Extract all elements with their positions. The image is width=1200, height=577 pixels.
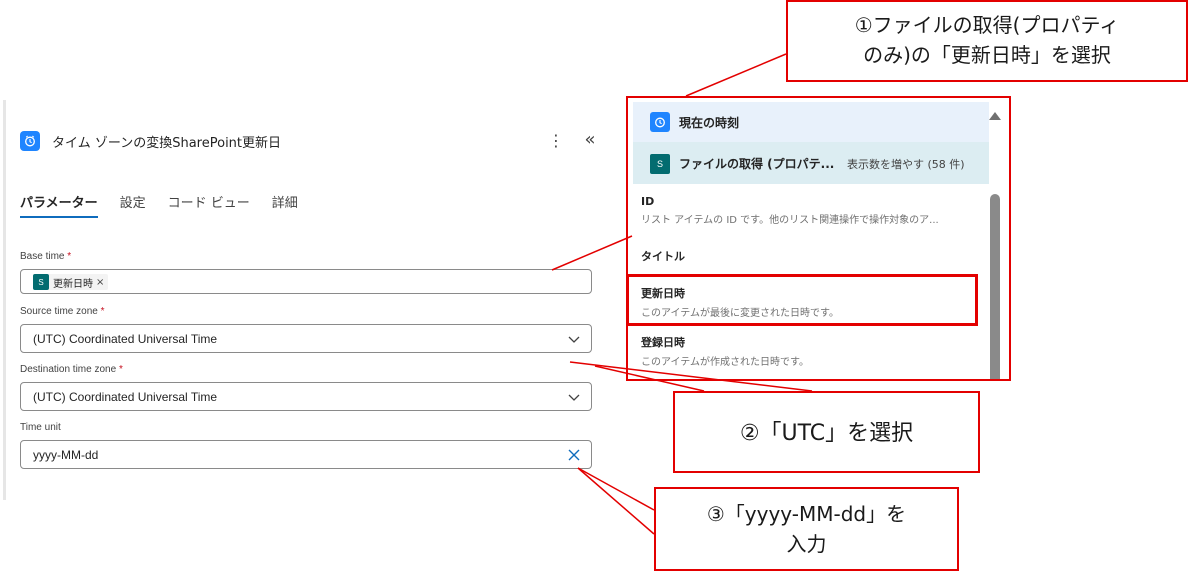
panel-border xyxy=(3,100,6,500)
action-header: タイム ゾーンの変換SharePoint更新日 ⋮ « xyxy=(20,130,600,152)
list-item[interactable]: タイトル xyxy=(641,248,981,264)
clear-icon[interactable] xyxy=(567,448,581,462)
base-time-label: Base time * xyxy=(20,251,72,262)
source-time-zone-select[interactable]: (UTC) Coordinated Universal Time xyxy=(20,324,592,353)
clock-icon xyxy=(650,112,670,132)
tab-bar: パラメーター 設定 コード ビュー 詳細 xyxy=(20,194,320,224)
tab-details[interactable]: 詳細 xyxy=(272,194,298,222)
clock-icon xyxy=(20,131,40,151)
group-title: 現在の時刻 xyxy=(679,116,740,130)
group-current-time[interactable]: 現在の時刻 xyxy=(633,102,989,142)
list-item[interactable]: 登録日時 このアイテムが作成された日時です。 xyxy=(641,334,981,368)
tab-code-view[interactable]: コード ビュー xyxy=(168,194,250,222)
time-unit-value: yyyy-MM-dd xyxy=(33,448,99,462)
source-time-zone-value: (UTC) Coordinated Universal Time xyxy=(33,332,218,346)
sharepoint-icon: S xyxy=(33,274,49,290)
list-item[interactable]: ID リスト アイテムの ID です。他のリスト関連操作で操作対象のア... xyxy=(641,195,981,226)
destination-time-zone-value: (UTC) Coordinated Universal Time xyxy=(33,390,218,404)
tab-parameters[interactable]: パラメーター xyxy=(20,194,98,222)
chevron-down-icon xyxy=(568,394,580,401)
time-unit-input[interactable]: yyyy-MM-dd xyxy=(20,440,592,469)
remove-token-icon[interactable]: × xyxy=(96,277,104,288)
scroll-up-icon[interactable] xyxy=(988,110,1002,122)
chevron-down-icon xyxy=(568,336,580,343)
callout-step-2: ②「UTC」を選択 xyxy=(673,391,980,473)
destination-time-zone-label: Destination time zone * xyxy=(20,364,123,375)
base-time-input[interactable]: S 更新日時 × xyxy=(20,269,592,294)
group-title: ファイルの取得 (プロパテ... xyxy=(679,157,835,171)
action-title[interactable]: タイム ゾーンの変換SharePoint更新日 xyxy=(52,132,281,151)
more-options-icon[interactable]: ⋮ xyxy=(548,130,564,152)
dynamic-content-popup: 現在の時刻 S ファイルの取得 (プロパテ... 表示数を増やす (58 件) … xyxy=(626,96,1011,381)
tab-settings[interactable]: 設定 xyxy=(120,194,146,222)
callout-step-3: ③「yyyy-MM-dd」を 入力 xyxy=(654,487,959,571)
callout-step-1: ①ファイルの取得(プロパティ のみ)の「更新日時」を選択 xyxy=(786,0,1188,82)
scrollbar-thumb[interactable] xyxy=(990,194,1000,379)
destination-time-zone-select[interactable]: (UTC) Coordinated Universal Time xyxy=(20,382,592,411)
token-label: 更新日時 xyxy=(53,278,93,290)
dynamic-content-token[interactable]: S 更新日時 × xyxy=(33,274,109,290)
sharepoint-icon: S xyxy=(650,154,670,174)
highlight-box xyxy=(626,274,978,326)
source-time-zone-label: Source time zone * xyxy=(20,306,105,317)
action-panel: タイム ゾーンの変換SharePoint更新日 ⋮ « パラメーター 設定 コー… xyxy=(0,100,612,500)
show-more-link[interactable]: 表示数を増やす (58 件) xyxy=(847,156,965,172)
group-get-file[interactable]: S ファイルの取得 (プロパテ... 表示数を増やす (58 件) xyxy=(633,142,989,184)
time-unit-label: Time unit xyxy=(20,422,61,433)
collapse-panel-icon[interactable]: « xyxy=(580,130,600,152)
